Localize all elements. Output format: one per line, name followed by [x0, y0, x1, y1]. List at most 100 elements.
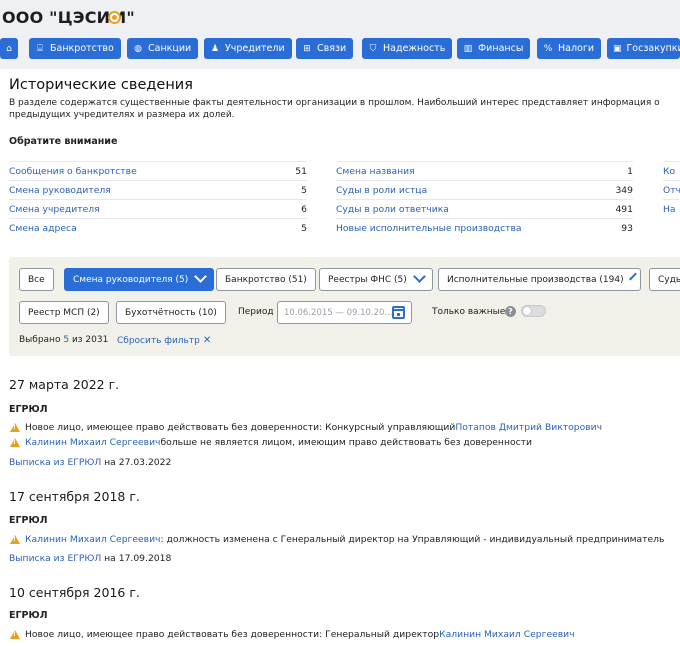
person-link[interactable]: Потапов Дмитрий Викторович	[455, 422, 602, 433]
attention-heading: Обратите внимание	[9, 136, 118, 147]
stat-link[interactable]: Смена названия	[336, 166, 415, 177]
chevron-down-icon	[194, 270, 208, 283]
stat-value: 1	[627, 165, 633, 177]
nav-sanctions-button[interactable]: ◍ Санкции	[127, 38, 199, 59]
stat-value: 349	[615, 184, 633, 196]
nav-label: Связи	[317, 43, 347, 54]
filter-fns-registers-button[interactable]: Реестры ФНС (5)	[319, 268, 433, 291]
selected-suffix: из 2031	[71, 335, 109, 345]
filter-director-change-button[interactable]: Смена руководителя (5)	[64, 268, 215, 291]
only-important-toggle[interactable]	[521, 305, 546, 317]
stat-row: На	[663, 199, 680, 218]
selected-count-text: Выбрано 5 из 2031	[19, 335, 108, 345]
warning-icon	[10, 423, 20, 432]
selected-count: 5	[63, 335, 70, 345]
stat-link[interactable]: Смена учредителя	[9, 204, 100, 215]
event-text: больше не является лицом, имеющим право …	[160, 437, 532, 448]
nav-taxes-button[interactable]: % Налоги	[537, 38, 602, 59]
nav-label: Учредители	[225, 43, 285, 54]
event-date-heading: 27 марта 2022 г.	[9, 377, 120, 392]
calendar-icon[interactable]	[392, 306, 405, 319]
stat-link[interactable]: Ко	[663, 166, 675, 177]
stat-link[interactable]: Смена адреса	[9, 223, 77, 234]
extract-link[interactable]: Выписка из ЕГРЮЛ	[9, 553, 101, 564]
nav-home-button[interactable]: ⌂	[0, 38, 18, 59]
person-link[interactable]: Калинин Михаил Сергеевич	[439, 629, 574, 640]
stat-row: Новые исполнительные производства 93	[336, 218, 633, 237]
filter-all-button[interactable]: Все	[19, 268, 54, 291]
intro-text: В разделе содержатся существенные факты …	[9, 98, 660, 120]
reset-filter-button[interactable]: Сбросить фильтр ✕	[117, 335, 211, 346]
nav-label: Налоги	[558, 43, 595, 54]
stat-value: 5	[301, 222, 307, 234]
only-important-label: Только важные	[432, 307, 506, 317]
stat-row: Смена руководителя 5	[9, 180, 307, 199]
stat-row: Ко	[663, 161, 680, 180]
period-placeholder: 10.06.2015 — 09.10.20...	[284, 307, 393, 318]
company-header: ООО "ЦЭСИМ" ⌂ ⌸ Банкротство ◍ Санкции ♟ Учр…	[0, 0, 680, 69]
event-source: ЕГРЮЛ	[9, 610, 48, 621]
bank-icon: ⌸	[37, 43, 43, 54]
stat-value: 51	[295, 165, 307, 177]
person-link[interactable]: Калинин Михаил Сергеевич	[25, 534, 160, 545]
filter-accounting-button[interactable]: Бухотчётность (10)	[116, 301, 226, 324]
selected-prefix: Выбрано	[19, 335, 61, 345]
chevron-down-icon	[412, 270, 426, 283]
filter-bankruptcy-button[interactable]: Банкротство (51)	[216, 268, 316, 291]
extract-link[interactable]: Выписка из ЕГРЮЛ	[9, 457, 101, 468]
help-icon[interactable]: ?	[505, 306, 516, 317]
period-label: Период	[238, 307, 274, 317]
nav-label: Надежность	[383, 43, 446, 54]
stat-link[interactable]: Суды в роли истца	[336, 185, 427, 196]
briefcase-icon: ▣	[613, 43, 622, 54]
event-item: Калинин Михаил Сергеевич больше не являе…	[10, 437, 532, 448]
nav-links-button[interactable]: ⊞ Связи	[296, 38, 354, 59]
page-title: Исторические сведения	[9, 77, 193, 93]
filter-enforcement-button[interactable]: Исполнительные производства (194)	[438, 268, 641, 291]
stat-row: Суды в роли истца 349	[336, 180, 633, 199]
stat-link[interactable]: Смена руководителя	[9, 185, 111, 196]
stat-link[interactable]: Сообщения о банкротстве	[9, 166, 137, 177]
filter-courts-button[interactable]: Суды	[649, 268, 680, 291]
nav-reliability-button[interactable]: ⛉ Надежность	[362, 38, 453, 59]
extract-date: на 17.09.2018	[104, 553, 172, 564]
stat-link[interactable]: Отч	[663, 185, 680, 196]
extract-line: Выписка из ЕГРЮЛ на 27.03.2022	[9, 457, 171, 468]
event-item: Новое лицо, имеющее право действовать бе…	[10, 629, 575, 640]
history-section: Исторические сведения В разделе содержат…	[0, 69, 680, 646]
event-item: Новое лицо, имеющее право действовать бе…	[10, 422, 602, 433]
stat-row: Смена учредителя 6	[9, 199, 307, 218]
stat-link[interactable]: Суды в роли ответчика	[336, 204, 449, 215]
filter-label: Реестры ФНС (5)	[328, 274, 407, 285]
event-text: Новое лицо, имеющее право действовать бе…	[25, 629, 440, 640]
stat-row: Смена адреса 5	[9, 218, 307, 237]
status-icon[interactable]	[108, 11, 121, 24]
period-input[interactable]: 10.06.2015 — 09.10.20...	[277, 301, 412, 324]
stat-value: 93	[621, 222, 633, 234]
nav-label: Госзакупки	[626, 43, 680, 54]
globe-icon: ◍	[134, 43, 142, 54]
extract-line: Выписка из ЕГРЮЛ на 17.09.2018	[9, 553, 171, 564]
event-date-heading: 10 сентября 2016 г.	[9, 585, 140, 600]
shield-icon: ⛉	[369, 43, 377, 54]
percent-icon: %	[543, 43, 553, 54]
filter-msp-button[interactable]: Реестр МСП (2)	[19, 301, 109, 324]
nav-finance-button[interactable]: ▥ Финансы	[457, 38, 531, 59]
stat-link[interactable]: Новые исполнительные производства	[336, 223, 522, 234]
filter-panel: Все Смена руководителя (5) Банкротство (…	[9, 257, 680, 356]
toggle-knob	[523, 307, 531, 315]
stat-value: 5	[301, 184, 307, 196]
reset-filter-label: Сбросить фильтр	[117, 336, 200, 346]
nav-label: Финансы	[478, 43, 524, 54]
links-icon: ⊞	[303, 43, 311, 54]
person-link[interactable]: Калинин Михаил Сергеевич	[25, 437, 160, 448]
filter-label: Смена руководителя (5)	[73, 274, 189, 285]
nav-label: Санкции	[148, 43, 192, 54]
nav-founders-button[interactable]: ♟ Учредители	[204, 38, 292, 59]
stat-link[interactable]: На	[663, 204, 676, 215]
event-source: ЕГРЮЛ	[9, 515, 48, 526]
warning-icon	[10, 438, 20, 447]
nav-bankruptcy-button[interactable]: ⌸ Банкротство	[29, 38, 121, 59]
event-item: Калинин Михаил Сергеевич : должность изм…	[10, 534, 664, 545]
nav-procurement-button[interactable]: ▣ Госзакупки	[607, 38, 680, 59]
